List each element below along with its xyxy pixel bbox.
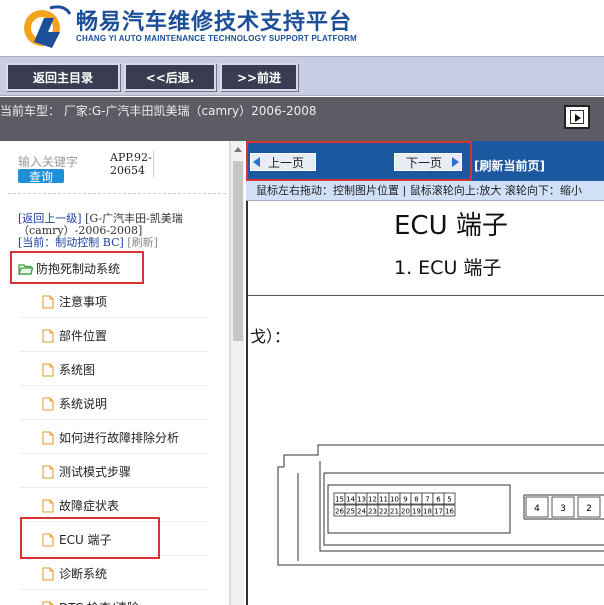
document-icon [42,601,54,605]
connector-pin-number: 2 [586,504,592,514]
header: 畅易汽车维修技术支持平台 CHANG YI AUTO MAINTENANCE T… [0,0,604,56]
connector-pin-number: 19 [412,508,421,516]
document-icon [42,431,54,444]
doc-title: ECU 端子 [394,211,508,241]
doc-text-fragment: 戈）： [250,327,291,346]
back-button[interactable]: <<后退. [124,63,216,91]
tree-item[interactable]: 如何进行故障排除分析 [42,429,179,446]
scroll-up-icon[interactable] [234,147,242,152]
tree-item-label: 部件位置 [59,329,108,343]
document-icon [42,397,54,410]
connector-pin-number: 21 [390,508,399,516]
scroll-thumb[interactable] [233,161,243,341]
highlight-box-tree-root [10,251,144,284]
arrow-right-icon [570,110,584,124]
connector-pin-number: 11 [379,496,388,504]
connector-pin-number: 9 [403,496,407,504]
doc-divider [248,295,604,296]
tree-item-label: DTC 检查/清除 [59,599,139,605]
tree-item[interactable]: 故障症状表 [42,497,119,514]
platform-logo-icon [24,5,72,48]
tree-item[interactable]: 部件位置 [42,327,107,344]
connector-pin-number: 22 [379,508,388,516]
current-model-text: 当前车型： 厂家:G-广汽丰田凯美瑞（camry）2006-2008 [0,104,317,118]
tree-item-label: 诊断系统 [59,567,108,581]
breadcrumb: [返回上一级] [G-广汽丰田-凯美瑞（camry）-2006-2008] [当… [18,213,218,249]
document-icon [42,363,54,376]
connector-pin-number: 23 [368,508,377,516]
connector-pin-number: 25 [346,508,355,516]
highlight-box-ecu-terminal [20,517,160,559]
connector-pin-number: 6 [436,496,441,504]
connector-pin-number: 12 [368,496,377,504]
tree-item-label: 故障症状表 [59,499,120,513]
tree-item-label: 系统说明 [59,397,108,411]
breadcrumb-current: [当前：制动控制 BC] [18,236,124,249]
tree-item-label: 测试模式步骤 [59,465,132,479]
connector-pin-number: 24 [357,508,366,516]
connector-pin-number: 20 [401,508,410,516]
connector-pin-number: 13 [357,496,366,504]
platform-subtitle: CHANG YI AUTO MAINTENANCE TECHNOLOGY SUP… [76,34,357,43]
connector-pin-number: 17 [434,508,443,516]
tree-separator [20,487,208,488]
app-version: APP.92-20654 [110,151,154,177]
viewer-hint: 鼠标左右拖动：控制图片位置 | 鼠标滚轮向上:放大 滚轮向下：缩小 [246,181,604,201]
connector-pin-number: 4 [534,504,540,514]
search-button[interactable]: 查询 [18,169,64,184]
tree-item-label: 如何进行故障排除分析 [59,431,180,445]
connector-pin-number: 18 [423,508,432,516]
connector-pin-number: 16 [445,508,454,516]
forward-button[interactable]: >>前进 [220,63,298,91]
tree-item[interactable]: 系统图 [42,361,95,378]
tree-separator [20,351,208,352]
connector-pin-number: 15 [335,496,344,504]
document-icon [42,499,54,512]
toggle-panel-button[interactable] [564,105,590,129]
tree-separator [20,589,208,590]
tree-item-label: 系统图 [59,363,96,377]
platform-title: 畅易汽车维修技术支持平台 [76,10,353,35]
connector-pin-number: 26 [335,508,344,516]
connector-pin-number: 5 [447,496,451,504]
tree-item[interactable]: DTC 检查/清除 [42,599,139,605]
connector-pin-number: 8 [414,496,418,504]
doc-section-title: 1. ECU 端子 [394,257,502,279]
document-viewer: 上一页 下一页 [刷新当前页] 鼠标左右拖动：控制图片位置 | 鼠标滚轮向上:放… [246,141,604,605]
tree-item-label: 注意事项 [59,295,108,309]
tree-separator [20,453,208,454]
tree-separator [20,385,208,386]
tree-separator [20,317,208,318]
document-icon [42,295,54,308]
document-icon [42,329,54,342]
ecu-connector-diagram: 15 14 13 12 11 10 9 8 7 6 526 25 24 23 22 21 20 19 18 17 16 4… [277,444,604,566]
document-icon [42,567,54,580]
tree-item[interactable]: 注意事项 [42,293,107,310]
connector-pin-number: 3 [560,504,566,514]
current-model-bar: 当前车型： 厂家:G-广汽丰田凯美瑞（camry）2006-2008 [0,97,604,141]
left-panel-scrollbar[interactable] [230,141,244,605]
tree-item[interactable]: 测试模式步骤 [42,463,131,480]
tree-item[interactable]: 诊断系统 [42,565,107,582]
connector-pin-number: 14 [346,496,355,504]
left-panel: 输入关键字 查询 APP.92-20654 [返回上一级] [G-广汽丰田-凯美… [0,141,230,605]
tree-separator [20,419,208,420]
refresh-link[interactable]: [刷新] [127,236,158,249]
refresh-page-link[interactable]: [刷新当前页] [474,157,545,174]
highlight-box-page-nav [246,141,472,181]
document-page[interactable]: ECU 端子 1. ECU 端子 戈）： 15 14 13 12 11 10 9 8 7 6 5 26… [246,201,604,605]
divider [8,193,226,194]
connector-pin-number: 7 [425,496,429,504]
tree-item[interactable]: 系统说明 [42,395,107,412]
home-button[interactable]: 返回主目录 [6,63,120,91]
connector-pin-number: 10 [390,496,399,504]
document-icon [42,465,54,478]
navigation-bar: 返回主目录 <<后退. >>前进 [0,56,604,96]
